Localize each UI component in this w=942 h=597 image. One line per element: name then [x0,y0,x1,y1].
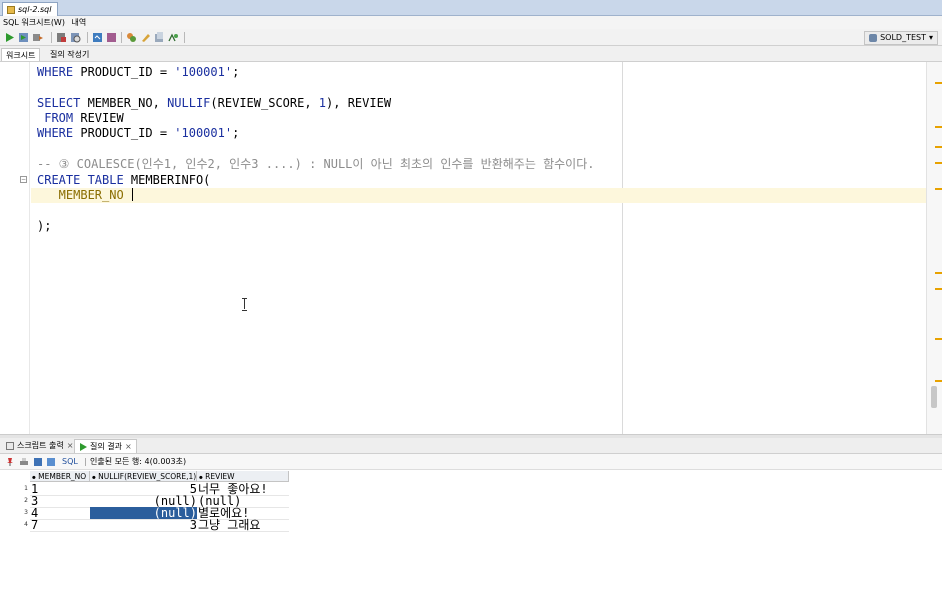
print-icon[interactable] [20,458,28,466]
document-tab[interactable]: sql-2.sql [2,2,59,16]
run-result-icon [80,442,87,451]
fold-toggle-icon[interactable]: − [20,176,27,183]
overview-marker [935,288,942,290]
row-number[interactable]: 3 [0,507,30,519]
format-icon[interactable] [140,32,151,43]
row-divider [30,531,289,532]
database-icon [869,34,878,42]
connection-name: SOLD_TEST [880,33,926,42]
cell-member-no[interactable]: 1 [31,483,90,495]
menu-history[interactable]: 내역 [72,18,87,27]
column-header-review[interactable]: ⦁ REVIEW [197,471,289,482]
explain-plan-icon[interactable] [70,32,81,43]
code-comment-line: -- ③ COALESCE(인수1, 인수2, 인수3 ....) : NULL… [37,157,595,171]
divider: | [84,457,87,466]
cell-score-selected[interactable]: (null) [90,507,197,519]
rollback-icon[interactable] [56,32,67,43]
tab-query-result[interactable]: 질의 결과 × [74,439,137,453]
export-icon[interactable] [34,458,42,466]
output-tabs: 스크립트 출력 × 질의 결과 × [0,438,942,454]
row-number[interactable]: 4 [0,519,30,531]
document-tab-title: sql-2.sql [18,4,52,14]
overview-marker [935,146,942,148]
results-grid[interactable]: ⦁ MEMBER_NO ⦁ NULLIF(REVIEW_SCORE,1) ⦁ R… [0,470,942,597]
code-line: WHERE PRODUCT_ID = '100001'; [37,126,240,140]
pin-icon[interactable] [6,458,14,466]
commit-icon[interactable] [32,32,43,43]
row-number[interactable]: 1 [0,483,30,495]
clear-icon[interactable] [126,32,137,43]
sort-icon: ⦁ [199,472,203,481]
overview-marker [935,380,942,382]
column-header-member-no[interactable]: ⦁ MEMBER_NO [30,471,90,482]
current-line-highlight [31,188,926,203]
overview-marker [935,338,942,340]
toolbar-separator [51,32,52,43]
cell-member-no[interactable]: 7 [31,519,90,531]
find-icon[interactable] [168,32,179,43]
cell-member-no[interactable]: 4 [31,507,90,519]
overview-marker [935,162,942,164]
toolbar: SOLD_TEST ▾ [0,29,942,46]
script-output-icon [6,442,14,450]
text-caret [131,188,133,201]
sort-icon: ⦁ [32,472,36,481]
refresh-icon[interactable] [47,458,55,466]
sql-link[interactable]: SQL [62,454,78,470]
cell-score[interactable]: 3 [90,519,197,531]
overview-marker [935,188,942,190]
run-script-icon[interactable] [18,32,29,43]
results-toolbar: SQL | 인출된 모든 행: 4(0.003초) [0,454,942,470]
close-icon[interactable]: × [67,439,74,453]
autotrace-icon[interactable] [92,32,103,43]
sql-file-icon [7,5,15,14]
tab-worksheet[interactable]: 워크시트 [1,48,41,61]
run-statement-icon[interactable] [4,32,15,43]
code-line: FROM REVIEW [37,111,124,125]
overview-marker [935,82,942,84]
fetch-status: 인출된 모든 행: 4(0.003초) [90,457,187,466]
overview-marker [935,126,942,128]
scrollbar-thumb[interactable] [931,386,937,408]
tab-script-output[interactable]: 스크립트 출력 × [2,439,77,453]
sql-editor[interactable]: − WHERE PRODUCT_ID = '100001'; SELECT ME… [0,62,942,434]
editor-gutter: − [0,62,30,434]
row-number[interactable]: 2 [0,495,30,507]
right-margin-line [622,62,623,434]
menu-sql-worksheet[interactable]: SQL 워크시트(W) [3,18,65,27]
cell-review[interactable]: 그냥 그래요 [198,519,289,531]
tab-query-builder[interactable]: 질의 작성기 [46,48,93,61]
document-tab-bar: sql-2.sql [0,0,942,16]
column-header-nullif[interactable]: ⦁ NULLIF(REVIEW_SCORE,1) [90,471,197,482]
code-line-current: MEMBER_NO [37,188,133,202]
sql-tuning-icon[interactable] [106,32,117,43]
toolbar-separator [121,32,122,43]
code-line: WHERE PRODUCT_ID = '100001'; [37,65,240,79]
overview-marker [935,272,942,274]
menu-bar: SQL 워크시트(W) 내역 [0,16,942,29]
editor-vertical-scrollbar[interactable] [926,62,942,434]
code-line: ); [37,219,52,233]
toolbar-separator [184,32,185,43]
close-icon[interactable]: × [125,440,132,454]
worksheet-tabs: 워크시트 질의 작성기 [0,46,942,62]
code-line: SELECT MEMBER_NO, NULLIF(REVIEW_SCORE, 1… [37,96,392,110]
history-icon[interactable] [154,32,165,43]
chevron-down-icon: ▾ [928,33,933,42]
connection-select[interactable]: SOLD_TEST ▾ [864,31,938,45]
mouse-ibeam-cursor [242,298,248,311]
sort-icon: ⦁ [92,472,96,481]
cell-member-no[interactable]: 3 [31,495,90,507]
toolbar-separator [87,32,88,43]
code-line: CREATE TABLE MEMBERINFO( [37,173,211,187]
